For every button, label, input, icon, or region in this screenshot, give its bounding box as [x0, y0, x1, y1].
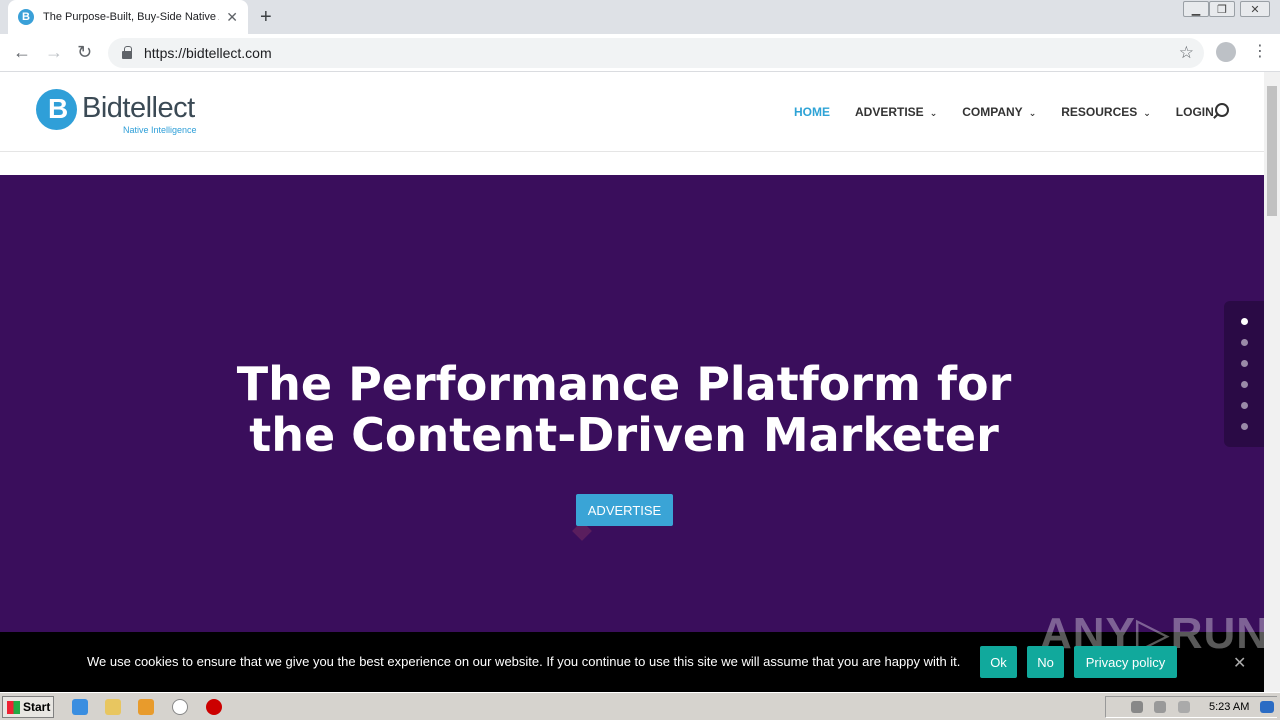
cookie-banner: ANY▷RUN We use cookies to ensure that we… — [0, 609, 1268, 692]
nav-login[interactable]: LOGIN — [1176, 105, 1214, 119]
nav-label: HOME — [794, 105, 830, 119]
browser-tabstrip: B The Purpose-Built, Buy-Side Native A ✕… — [0, 0, 1280, 34]
tab-title: The Purpose-Built, Buy-Side Native A — [43, 11, 219, 23]
file-explorer-icon[interactable] — [105, 699, 121, 715]
nav-advertise[interactable]: ADVERTISE ⌄ — [855, 105, 937, 119]
nav-label: COMPANY — [962, 105, 1023, 119]
chevron-down-icon: ⌄ — [929, 108, 938, 118]
slide-dot[interactable] — [1241, 360, 1248, 367]
slide-dot[interactable] — [1241, 339, 1248, 346]
action-center-flag-icon[interactable] — [1178, 701, 1190, 713]
logo-name[interactable]: Bidtellect — [82, 92, 195, 125]
address-url: https://bidtellect.com — [144, 45, 272, 61]
nav-label: LOGIN — [1175, 105, 1214, 119]
internet-explorer-icon[interactable] — [72, 699, 88, 715]
slide-dot[interactable] — [1241, 381, 1248, 388]
nav-home[interactable]: HOME — [794, 105, 830, 119]
slide-dot[interactable] — [1241, 402, 1248, 409]
windows-taskbar: Start 5:23 AM — [0, 692, 1280, 720]
slide-dot[interactable] — [1241, 423, 1248, 430]
cookie-message: We use cookies to ensure that we give yo… — [87, 654, 961, 669]
show-desktop-icon[interactable] — [1260, 701, 1274, 713]
taskbar-clock[interactable]: 5:23 AM — [1209, 701, 1249, 713]
minimize-icon[interactable]: ▁ — [1183, 1, 1209, 17]
network-icon[interactable] — [1154, 701, 1166, 713]
start-button[interactable]: Start — [2, 696, 54, 718]
logo-mark-icon[interactable]: B — [36, 89, 77, 130]
web-page: B Bidtellect Native Intelligence HOME ADV… — [0, 72, 1264, 692]
tab-close-icon[interactable]: ✕ — [226, 9, 238, 26]
cookie-no-button[interactable]: No — [1027, 646, 1064, 678]
back-icon[interactable]: ← — [13, 42, 31, 63]
logo-tagline: Native Intelligence — [123, 125, 197, 135]
window-close-icon[interactable]: ✕ — [1240, 1, 1270, 17]
cookie-close-icon[interactable]: ✕ — [1233, 653, 1246, 673]
forward-icon[interactable]: → — [45, 42, 63, 63]
start-label: Start — [23, 700, 51, 714]
browser-tab[interactable]: B The Purpose-Built, Buy-Side Native A ✕ — [8, 0, 248, 34]
slide-dots-nav — [1224, 301, 1264, 447]
media-player-icon[interactable] — [138, 699, 154, 715]
scrollbar-thumb[interactable] — [1267, 86, 1277, 216]
hero-title: The Performance Platform for the Content… — [0, 359, 1248, 461]
slide-dot[interactable] — [1241, 318, 1248, 325]
advertise-button[interactable]: ADVERTISE — [576, 494, 673, 526]
volume-icon[interactable] — [1131, 701, 1143, 713]
hero-title-line1: The Performance Platform for — [236, 357, 1012, 411]
new-tab-icon[interactable]: + — [260, 6, 272, 29]
browser-toolbar: ← → ↻ https://bidtellect.com ☆ ⋮ — [0, 34, 1280, 72]
main-nav: HOME ADVERTISE ⌄ COMPANY ⌄ RESOURCES ⌄ LOGIN — [794, 105, 1239, 119]
nav-label: ADVERTISE — [855, 105, 924, 119]
browser-menu-icon[interactable]: ⋮ — [1252, 41, 1268, 61]
chevron-down-icon: ⌄ — [1143, 108, 1151, 118]
opera-icon[interactable] — [206, 699, 222, 715]
page-scrollbar[interactable] — [1264, 72, 1280, 692]
privacy-policy-button[interactable]: Privacy policy — [1074, 646, 1177, 678]
nav-label: RESOURCES — [1061, 105, 1138, 119]
address-bar[interactable]: https://bidtellect.com ☆ — [108, 38, 1204, 68]
search-icon[interactable] — [1215, 103, 1229, 117]
restore-icon[interactable]: ❐ — [1209, 1, 1235, 17]
chevron-down-icon: ⌄ — [1028, 108, 1037, 118]
lock-icon — [122, 46, 132, 59]
windows-flag-icon — [7, 700, 20, 714]
nav-company[interactable]: COMPANY ⌄ — [962, 105, 1036, 119]
site-header: B Bidtellect Native Intelligence HOME ADV… — [0, 72, 1264, 152]
bookmark-star-icon[interactable]: ☆ — [1179, 43, 1194, 63]
cookie-ok-button[interactable]: Ok — [980, 646, 1017, 678]
chrome-icon[interactable] — [172, 699, 188, 715]
reload-icon[interactable]: ↻ — [77, 42, 92, 63]
nav-resources[interactable]: RESOURCES ⌄ — [1061, 105, 1151, 119]
hero-title-line2: the Content-Driven Marketer — [249, 408, 999, 462]
profile-avatar-icon[interactable] — [1216, 42, 1236, 62]
site-favicon-icon: B — [18, 9, 34, 25]
